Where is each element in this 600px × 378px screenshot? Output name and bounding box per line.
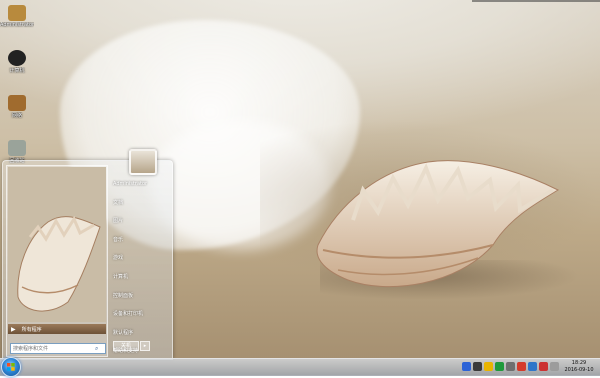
start-button[interactable] — [1, 357, 21, 377]
start-item-music[interactable]: 音乐 — [113, 235, 169, 254]
play-arrow-icon: ▶ — [11, 325, 16, 333]
recycle-bin-icon — [8, 140, 26, 156]
desktop-icon-label: Administrator — [0, 22, 34, 28]
tray-icon-language[interactable] — [462, 362, 471, 371]
taskbar-clock[interactable]: 18:29 2016-09-10 — [560, 360, 598, 374]
user-avatar[interactable] — [129, 149, 157, 175]
search-icon[interactable]: ⌕ — [95, 345, 98, 353]
start-item-games[interactable]: 游戏 — [113, 253, 169, 272]
tray-icon-volume[interactable] — [550, 362, 559, 371]
desktop-icon-computer[interactable]: 计算机 — [0, 50, 34, 74]
all-programs-label: 所有程序 — [21, 326, 42, 333]
tray-icon-keyboard[interactable] — [473, 362, 482, 371]
window-strip — [472, 0, 600, 2]
clock-date: 2016-09-10 — [564, 367, 594, 373]
clock-time: 18:29 — [571, 360, 587, 366]
seashell-image — [316, 160, 560, 288]
tray-icon-settings[interactable] — [506, 362, 515, 371]
shutdown-options-button[interactable]: ▸ — [140, 341, 150, 351]
programs-list — [8, 167, 106, 322]
seashell-thumbnail — [8, 167, 106, 322]
start-item-user[interactable]: Administrator — [113, 179, 169, 198]
start-menu-right-pane: Administrator 文档 图片 音乐 游戏 计算机 控制面板 设备和打印… — [113, 179, 169, 365]
desktop-icon-administrator[interactable]: Administrator — [0, 5, 34, 28]
shutdown-group: 关机 ▸ — [113, 341, 150, 351]
start-menu: ▶ 所有程序 ⌕ Administrator 文档 图片 音乐 游戏 计算机 控… — [2, 149, 173, 360]
shutdown-button[interactable]: 关机 — [113, 341, 139, 351]
desktop-icon-network[interactable]: 网络 — [0, 95, 34, 119]
tray-icon-security[interactable] — [495, 362, 504, 371]
all-programs-button[interactable]: ▶ 所有程序 — [8, 324, 106, 334]
network-icon — [8, 95, 26, 111]
tray-icon-alert[interactable] — [539, 362, 548, 371]
start-item-control-panel[interactable]: 控制面板 — [113, 291, 169, 310]
windows-logo-icon — [7, 363, 15, 371]
user-folder-icon — [8, 5, 26, 21]
start-item-documents[interactable]: 文档 — [113, 198, 169, 217]
tray-icon-network[interactable] — [528, 362, 537, 371]
start-item-pictures[interactable]: 图片 — [113, 216, 169, 235]
start-item-computer[interactable]: 计算机 — [113, 272, 169, 291]
desktop-icon-label: 网络 — [11, 113, 22, 119]
taskbar: 18:29 2016-09-10 — [0, 357, 600, 377]
computer-icon — [8, 50, 26, 66]
desktop-icon-label: 计算机 — [9, 68, 25, 74]
start-item-devices[interactable]: 设备和打印机 — [113, 309, 169, 328]
tray-icon-shield[interactable] — [484, 362, 493, 371]
start-search-box[interactable]: ⌕ — [10, 343, 106, 354]
start-menu-programs-pane: ▶ 所有程序 ⌕ — [6, 165, 108, 357]
start-search-input[interactable] — [11, 344, 95, 353]
system-tray — [462, 362, 559, 371]
tray-icon-flag[interactable] — [517, 362, 526, 371]
